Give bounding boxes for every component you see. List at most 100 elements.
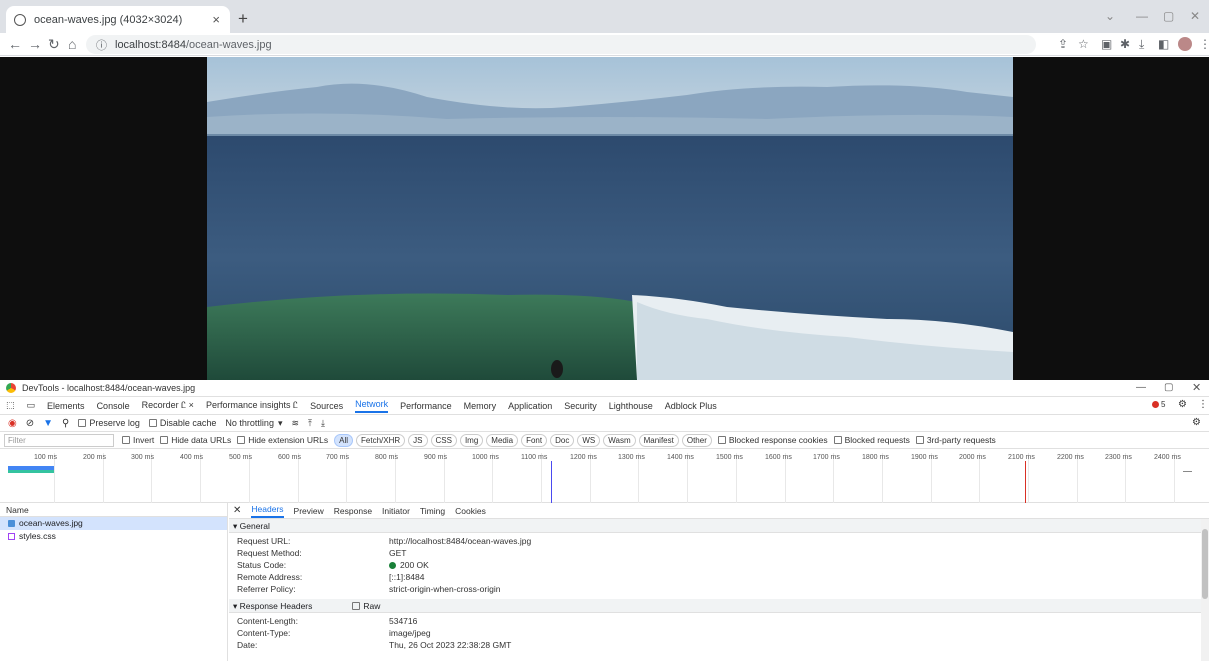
inspect-icon[interactable]: ⬚ [6,400,15,411]
preserve-log-checkbox[interactable]: Preserve log [78,418,140,428]
forward-icon[interactable]: → [28,36,42,52]
devtools-menu-icon[interactable]: ⋮ [1198,399,1208,410]
general-section-header[interactable]: ▾ General [229,519,1209,533]
menu-kebab-icon[interactable]: ⋮ [1199,37,1209,51]
import-har-icon[interactable]: ⤒ [308,418,312,429]
chip-js[interactable]: JS [408,433,428,447]
throttling-select[interactable]: No throttling ▾ [225,418,282,429]
network-settings-icon[interactable]: ⚙ [1192,417,1201,428]
tab-console[interactable]: Console [97,401,130,411]
tab-search-icon[interactable]: ⌄ [1105,9,1115,23]
name-column-header[interactable]: Name [0,503,227,517]
tab-application[interactable]: Application [508,401,552,411]
chip-ws[interactable]: WS [577,433,601,447]
dom-content-loaded-line [551,461,552,503]
settings-gear-icon[interactable]: ⚙ [1178,399,1187,410]
tab-performance-insights[interactable]: Performance insights Ꮭ [206,400,298,411]
raw-checkbox[interactable]: Raw [352,599,380,613]
blocked-cookies-label: Blocked response cookies [728,435,828,445]
chip-fetch-xhr[interactable]: Fetch/XHR [356,433,406,447]
blocked-requests-checkbox[interactable]: Blocked requests [833,435,910,445]
timeline-label: 1800 ms [862,454,889,461]
chip-img[interactable]: Img [459,433,484,447]
error-badge[interactable]: 5 [1152,400,1165,409]
tab-headers[interactable]: Headers [251,504,284,518]
general-section: Request URL: http://localhost:8484/ocean-… [229,533,1209,595]
export-har-icon[interactable]: ⤓ [321,418,325,429]
download-icon[interactable]: ⤓ [1139,37,1144,52]
header-value: http://localhost:8484/ocean-waves.jpg [389,536,532,546]
checkbox-icon [717,436,726,444]
blocked-cookies-checkbox[interactable]: Blocked response cookies [717,435,828,445]
tab-network[interactable]: Network [355,399,389,413]
tab-security[interactable]: Security [564,401,597,411]
chip-doc[interactable]: Doc [550,433,575,447]
chip-media[interactable]: Media [486,433,519,447]
browser-tab[interactable]: ocean-waves.jpg (4032×3024) × [6,6,230,33]
error-count: 5 [1161,400,1166,409]
overview-handle[interactable] [1183,471,1192,472]
clear-icon[interactable]: ⊘ [26,418,34,429]
tab-cookies[interactable]: Cookies [455,506,486,516]
invert-checkbox[interactable]: Invert [122,435,154,445]
chip-wasm[interactable]: Wasm [603,433,636,447]
header-key: Remote Address: [237,572,303,582]
wifi-conditions-icon[interactable]: ≋ [291,418,299,429]
devtools-title: DevTools - localhost:8484/ocean-waves.jp… [22,383,196,393]
restore-icon[interactable]: ▢ [1163,9,1174,23]
devtools-restore-icon[interactable]: ▢ [1164,382,1173,393]
timeline-label: 2200 ms [1057,454,1084,461]
chip-all[interactable]: All [334,433,354,447]
details-scrollbar-thumb[interactable] [1202,529,1208,599]
tab-elements[interactable]: Elements [47,401,85,411]
filter-input[interactable]: Filter [4,433,114,447]
tab-timing[interactable]: Timing [420,506,445,516]
filter-icon[interactable]: ▼ [43,418,53,429]
hide-data-urls-checkbox[interactable]: Hide data URLs [160,435,231,445]
reload-icon[interactable]: ↻ [48,36,60,53]
request-row[interactable]: ocean-waves.jpg [0,517,227,530]
request-row[interactable]: styles.css [0,530,227,543]
device-toggle-icon[interactable]: ▭ [27,400,36,411]
timeline-label: 1600 ms [765,454,792,461]
header-row: Status Code: 200 OK [229,559,1209,571]
network-timeline-overview[interactable]: 100 ms 200 ms 300 ms 400 ms 500 ms 600 ms 700 … [0,453,1209,503]
third-party-checkbox[interactable]: 3rd-party requests [915,435,996,445]
extension-icon[interactable]: ▣ [1101,37,1112,51]
chip-manifest[interactable]: Manifest [638,433,679,447]
share-icon[interactable]: ⇪ [1058,37,1068,51]
devtools-close-icon[interactable]: ✕ [1192,381,1201,394]
back-icon[interactable]: ← [8,36,22,52]
avatar[interactable] [1178,37,1192,51]
tab-preview[interactable]: Preview [294,506,324,516]
hide-extension-urls-checkbox[interactable]: Hide extension URLs [237,435,328,445]
tab-recorder[interactable]: Recorder Ꮭ × [142,400,194,411]
close-window-icon[interactable]: ✕ [1190,9,1200,23]
bookmark-star-icon[interactable]: ☆ [1078,37,1089,51]
chip-css[interactable]: CSS [430,433,457,447]
home-icon[interactable]: ⌂ [68,36,76,52]
new-tab-button[interactable]: + [238,9,248,29]
close-tab-icon[interactable]: × [212,12,220,27]
record-icon[interactable]: ◉ [8,418,17,429]
minimize-icon[interactable]: — [1136,9,1148,23]
tab-response[interactable]: Response [334,506,372,516]
tab-sources[interactable]: Sources [310,401,343,411]
chip-font[interactable]: Font [521,433,548,447]
tab-adblock-plus[interactable]: Adblock Plus [665,401,717,411]
disable-cache-checkbox[interactable]: Disable cache [148,418,216,428]
tab-lighthouse[interactable]: Lighthouse [609,401,653,411]
timeline-label: 800 ms [375,454,398,461]
search-icon[interactable]: ⚲ [62,418,69,429]
side-panel-icon[interactable]: ◧ [1158,37,1169,51]
tab-performance[interactable]: Performance [400,401,452,411]
devtools-minimize-icon[interactable]: — [1136,382,1146,393]
chip-other[interactable]: Other [681,433,712,447]
close-details-icon[interactable]: ✕ [233,505,241,516]
response-headers-section-header[interactable]: ▾ Response Headers Raw [229,599,1209,613]
puzzle-icon[interactable]: ✱ [1120,37,1130,51]
tab-initiator[interactable]: Initiator [382,506,410,516]
address-bar[interactable]: ⓘ localhost:8484/ocean-waves.jpg [86,35,1036,54]
info-icon[interactable]: ⓘ [96,37,107,53]
tab-memory[interactable]: Memory [464,401,497,411]
